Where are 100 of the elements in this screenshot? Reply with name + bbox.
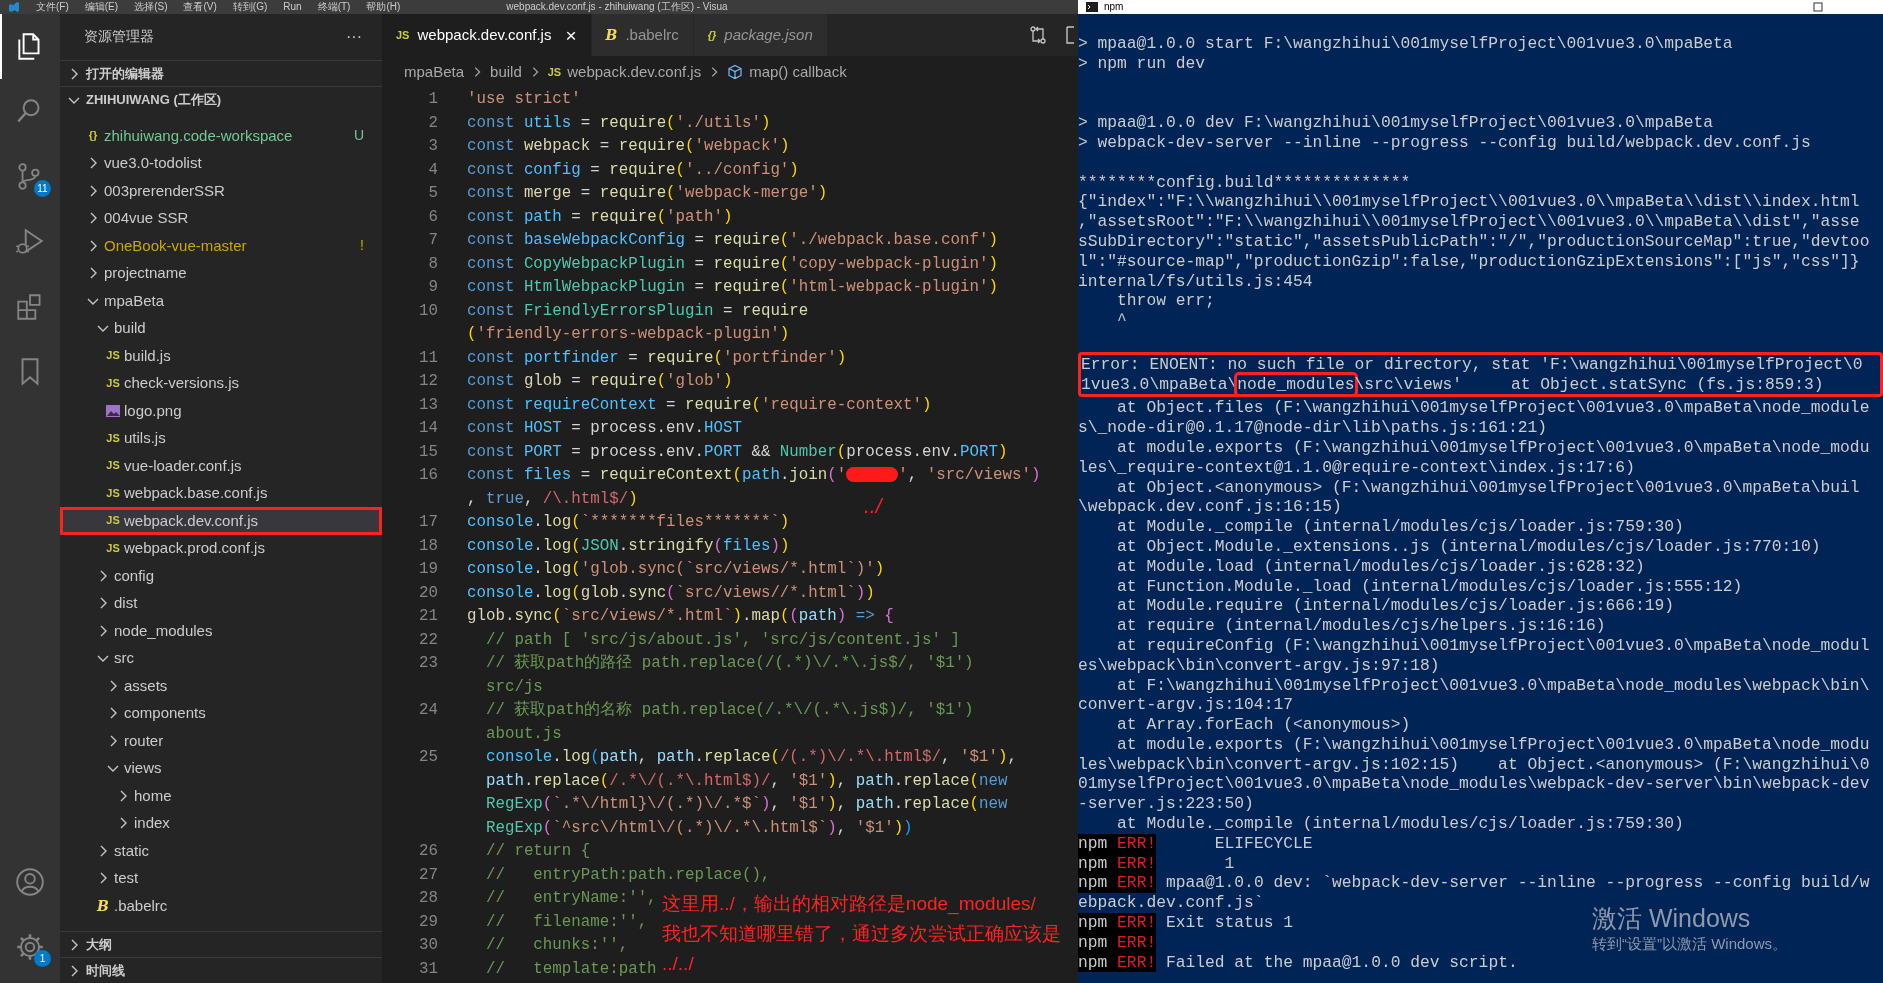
folder-item[interactable]: static bbox=[60, 837, 382, 865]
file-item[interactable]: {} zhihuiwang.code-workspace U bbox=[60, 122, 382, 150]
terminal-line: > webpack-dev-server --inline --progress --config build/webpack.dev.conf.js bbox=[1078, 133, 1812, 153]
terminal-line: at Function.Module._load (internal/modules/cjs/loader.js:555:12) bbox=[1116, 576, 1744, 597]
line-number: 2 bbox=[427, 112, 438, 134]
file-type-icon: {} bbox=[707, 29, 717, 41]
file-item[interactable]: JS utils.js bbox=[60, 424, 382, 452]
breadcrumb-item[interactable]: mpaBeta bbox=[404, 60, 465, 84]
terminal-line: at Object.Module._extensions..js (internal/modules/cjs/loader.js:770:10) bbox=[1116, 536, 1822, 557]
file-item[interactable]: JS check-versions.js bbox=[60, 369, 382, 397]
line-number: 9 bbox=[427, 277, 438, 298]
folder-item[interactable]: index bbox=[60, 809, 382, 837]
folder-item[interactable]: OneBook-vue-master ! bbox=[60, 232, 382, 260]
line-number: 14 bbox=[418, 418, 438, 439]
folder-item[interactable]: mpaBeta bbox=[60, 287, 382, 315]
file-type-icon: JS bbox=[106, 487, 120, 499]
folder-item[interactable]: dist bbox=[60, 589, 382, 617]
code-line: const webpack = require('webpack') bbox=[467, 136, 790, 157]
folder-item[interactable]: build bbox=[60, 314, 382, 342]
maximize-icon[interactable] bbox=[1813, 2, 1823, 12]
file-item[interactable]: logo.png bbox=[60, 397, 382, 425]
menu-item[interactable]: Run bbox=[283, 0, 302, 14]
folder-item[interactable]: assets bbox=[60, 672, 382, 700]
close-button[interactable]: × bbox=[565, 25, 577, 45]
code-line: // path [ 'src/js/about.js', 'src/js/content.js' ] bbox=[484, 629, 960, 651]
annotation-text: ../ bbox=[864, 493, 882, 519]
folder-item[interactable]: 004vue SSR bbox=[60, 204, 382, 232]
more-actions-button[interactable]: ··· bbox=[346, 25, 362, 49]
code-line: const path = require('path') bbox=[467, 206, 733, 228]
file-type-icon: JS bbox=[106, 350, 120, 362]
folder-item[interactable]: router bbox=[60, 727, 382, 755]
terminal-line: at Module._compile (internal/modules/cjs/loader.js:759:30) bbox=[1116, 814, 1685, 834]
editor-tab[interactable]: {} package.json bbox=[693, 14, 828, 56]
code-line: RegExp(`^src\/html\/(.*)\/.*\.html$`), '$1')) bbox=[484, 817, 913, 839]
folder-item[interactable]: config bbox=[60, 562, 382, 590]
section-header[interactable]: 时间线 bbox=[60, 957, 382, 983]
folder-item[interactable]: views bbox=[60, 754, 382, 782]
annotation-text: 这里用../，输出的相对路径是node_modules/ bbox=[662, 892, 1037, 917]
code-line: const glob = require('glob') bbox=[467, 371, 733, 392]
menu-item[interactable]: 编辑(E) bbox=[84, 0, 119, 14]
file-type-icon: B bbox=[97, 898, 109, 913]
split-editor-icon[interactable] bbox=[1066, 25, 1074, 45]
breadcrumb-item[interactable]: build bbox=[490, 60, 522, 84]
folder-item[interactable]: vue3.0-todolist bbox=[60, 149, 382, 177]
file-item[interactable]: JS build.js bbox=[60, 342, 382, 370]
code-line: // filename:'', bbox=[484, 911, 648, 933]
line-number: 11 bbox=[418, 347, 438, 369]
file-item[interactable]: JS webpack.prod.conf.js bbox=[60, 534, 382, 562]
error-tag: ERR! bbox=[1117, 873, 1157, 894]
terminal-line: sSubDirectory":"static","assetsPublicPath":"/","productionSourceMap":true,"devtoo bbox=[1078, 231, 1871, 252]
menu-item[interactable]: 终端(T) bbox=[317, 0, 351, 14]
code-line: const config = require('../config') bbox=[467, 159, 799, 181]
code-line: // 获取path的名称 path.replace(/.*\/(.*\.js$)/, '$1') bbox=[484, 699, 974, 721]
editor-tab[interactable]: B .babelrc bbox=[591, 14, 694, 56]
menu-item[interactable]: 查看(V) bbox=[183, 0, 217, 14]
folder-item[interactable]: src bbox=[60, 644, 382, 672]
breadcrumb-item[interactable]: webpack.dev.conf.js bbox=[567, 60, 702, 84]
line-number: 15 bbox=[418, 441, 438, 463]
terminal-line: -server.js:223:50) bbox=[1078, 794, 1255, 815]
line-number: 22 bbox=[418, 629, 438, 651]
terminal-line: ^ bbox=[1116, 311, 1128, 331]
compare-changes-icon[interactable] bbox=[1028, 25, 1048, 45]
folder-item[interactable]: 003prerenderSSR bbox=[60, 177, 382, 205]
folder-item[interactable]: test bbox=[60, 864, 382, 892]
folder-item[interactable]: home bbox=[60, 782, 382, 810]
file-item[interactable]: JS webpack.dev.conf.js bbox=[60, 507, 382, 535]
folder-item[interactable]: projectname bbox=[60, 259, 382, 287]
error-tag: ERR! bbox=[1117, 853, 1157, 874]
file-item[interactable]: B .babelrc bbox=[60, 892, 382, 920]
app-logo-icon bbox=[8, 1, 20, 13]
section-header[interactable]: 打开的编辑器 bbox=[60, 60, 382, 86]
terminal-line: at Module._compile (internal/modules/cjs/loader.js:759:30) bbox=[1116, 517, 1685, 537]
editor-tab[interactable]: JS webpack.dev.conf.js × bbox=[382, 14, 592, 56]
terminal-line: at requireConfig (F:\wangzhihui\001myselfProject\001vue3.0\mpaBeta\node_modul bbox=[1116, 635, 1871, 656]
folder-item[interactable]: node_modules bbox=[60, 617, 382, 645]
breadcrumb-item[interactable]: map() callback bbox=[749, 60, 847, 84]
section-header[interactable]: ZHIHUIWANG (工作区) bbox=[60, 86, 382, 112]
activation-title: 激活 Windows bbox=[1592, 903, 1752, 933]
file-type-icon: JS bbox=[106, 515, 120, 527]
file-item[interactable]: JS vue-loader.conf.js bbox=[60, 452, 382, 480]
menu-item[interactable]: 文件(F) bbox=[36, 0, 69, 14]
terminal-line: at Object.files (F:\wangzhihui\001myselfProject\001vue3.0\mpaBeta\node_module bbox=[1116, 398, 1871, 419]
menu-item[interactable]: 帮助(H) bbox=[366, 0, 401, 14]
npm-prefix: npm bbox=[1078, 932, 1118, 953]
file-item[interactable]: JS webpack.base.conf.js bbox=[60, 479, 382, 507]
error-tag: ERR! bbox=[1117, 932, 1157, 953]
menu-item[interactable]: 选择(S) bbox=[134, 0, 168, 14]
menu-item[interactable]: 转到(G) bbox=[232, 0, 268, 14]
account-icon[interactable] bbox=[14, 865, 46, 898]
section-header[interactable]: 大纲 bbox=[60, 931, 382, 957]
code-line: // entryPath:path.replace(), bbox=[484, 864, 771, 886]
terminal-line: throw err; bbox=[1116, 291, 1216, 312]
folder-item[interactable]: components bbox=[60, 699, 382, 727]
line-number: 3 bbox=[427, 136, 438, 157]
line-number: 18 bbox=[418, 535, 438, 557]
line-number: 12 bbox=[418, 371, 438, 392]
status-letter: U bbox=[353, 126, 364, 146]
code-line: RegExp(`.*\/html}\/(.*)\/.*$`), '$1'), path.replace(new bbox=[484, 794, 1008, 815]
line-number: 6 bbox=[427, 206, 438, 228]
line-number: 7 bbox=[427, 230, 438, 251]
